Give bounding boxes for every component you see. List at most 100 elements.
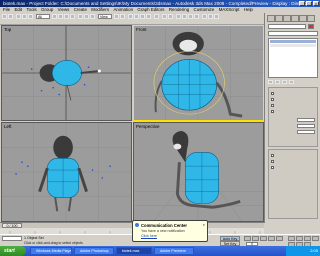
rotate-icon[interactable] (84, 14, 89, 19)
schematic-view-icon[interactable] (188, 14, 193, 19)
checkbox[interactable] (271, 154, 274, 157)
display-tab-icon[interactable] (299, 15, 307, 22)
render-frame-icon[interactable] (208, 14, 213, 19)
character-left-view (38, 135, 88, 212)
zoom-all-icon[interactable] (296, 236, 303, 241)
hierarchy-tab-icon[interactable] (283, 15, 291, 22)
selection-status: 1 Object Sel (24, 236, 44, 240)
viewport-perspective[interactable]: Perspective (133, 122, 264, 222)
move-icon[interactable] (78, 14, 83, 19)
maximize-button[interactable]: □ (306, 1, 312, 6)
window-crossing-icon[interactable] (70, 14, 75, 19)
title-bar: biotek.max - Project Folder: C:\Document… (0, 0, 320, 7)
viewport-front-label[interactable]: Front (136, 27, 147, 32)
checkbox[interactable] (271, 92, 274, 95)
start-button[interactable]: start (0, 246, 26, 256)
viewport-top[interactable]: Top (1, 25, 132, 121)
show-end-result-icon[interactable] (275, 80, 280, 84)
zoom-extents-icon[interactable] (304, 236, 311, 241)
redo-icon[interactable] (8, 14, 13, 19)
go-to-end-icon[interactable] (276, 236, 283, 241)
parameters-rollout (268, 87, 318, 147)
align-icon[interactable] (168, 14, 173, 19)
balloon-link[interactable]: Click here (141, 234, 157, 238)
modifier-stack-item[interactable] (270, 44, 316, 47)
make-unique-icon[interactable] (282, 80, 287, 84)
viewport-left[interactable]: Left (1, 122, 132, 222)
undo-icon[interactable] (2, 14, 7, 19)
character-perspective-view (172, 130, 241, 209)
percent-snap-icon[interactable] (140, 14, 145, 19)
select-by-name-icon[interactable] (58, 14, 63, 19)
window-title: biotek.max - Project Folder: C:\Document… (3, 1, 311, 6)
snaps-toggle-icon[interactable] (128, 14, 133, 19)
next-frame-icon[interactable] (268, 236, 275, 241)
pin-stack-icon[interactable] (268, 80, 273, 84)
taskbar-item[interactable]: Adobe Premiere (154, 247, 194, 255)
previous-frame-icon[interactable] (252, 236, 259, 241)
viewport-perspective-label[interactable]: Perspective (136, 124, 160, 129)
object-name-field[interactable] (268, 24, 306, 29)
viewport-perspective-grid (134, 130, 263, 221)
named-selection-icon[interactable] (154, 14, 159, 19)
balloon-close-icon[interactable]: × (203, 222, 205, 227)
system-tray: 2:05 (286, 246, 320, 256)
pivot-center-icon[interactable] (114, 14, 119, 19)
zoom-icon[interactable] (288, 236, 295, 241)
material-editor-icon[interactable] (194, 14, 199, 19)
mirror-icon[interactable] (162, 14, 167, 19)
spinner-field[interactable] (297, 118, 315, 122)
character-top-view (39, 59, 101, 101)
viewport-left-label[interactable]: Left (4, 124, 12, 129)
checkbox[interactable] (271, 110, 274, 113)
spinner-field[interactable] (297, 130, 315, 134)
maximize-viewport-icon[interactable] (312, 236, 319, 241)
taskbar-item[interactable]: biotek.max (116, 247, 152, 255)
modifier-list-dropdown[interactable] (268, 31, 318, 36)
checkbox[interactable] (271, 98, 274, 101)
checkbox[interactable] (271, 166, 274, 169)
notification-balloon[interactable]: Communication Center You have a new noti… (132, 220, 208, 242)
angle-snap-icon[interactable] (134, 14, 139, 19)
prompt-line: Click or click-and-drag to select object… (24, 241, 83, 245)
clock: 2:05 (310, 248, 318, 253)
create-tab-icon[interactable] (267, 15, 275, 22)
character-front-view (153, 31, 243, 118)
spinner-snap-icon[interactable] (146, 14, 151, 19)
command-panel (264, 13, 320, 223)
info-icon (135, 223, 139, 227)
scale-icon[interactable] (90, 14, 95, 19)
quick-render-icon[interactable] (214, 14, 219, 19)
checkbox[interactable] (271, 160, 274, 163)
modify-tab-icon[interactable] (275, 15, 283, 22)
modifier-stack[interactable] (268, 38, 318, 78)
unlink-icon[interactable] (22, 14, 27, 19)
taskbar-item[interactable]: Windows Media Player (30, 247, 72, 255)
reference-coordinate-dropdown[interactable]: View (98, 14, 112, 19)
modifier-stack-item[interactable] (270, 40, 316, 43)
bind-space-warp-icon[interactable] (28, 14, 33, 19)
options-rollout (268, 149, 318, 219)
select-object-icon[interactable] (52, 14, 57, 19)
link-icon[interactable] (16, 14, 21, 19)
select-manipulate-icon[interactable] (120, 14, 125, 19)
layer-manager-icon[interactable] (176, 14, 181, 19)
remove-modifier-icon[interactable] (289, 80, 294, 84)
render-setup-icon[interactable] (202, 14, 207, 19)
maxscript-listener-field[interactable] (2, 236, 22, 241)
curve-editor-icon[interactable] (182, 14, 187, 19)
go-to-start-icon[interactable] (244, 236, 251, 241)
close-button[interactable]: × (313, 1, 319, 6)
object-color-swatch[interactable] (308, 24, 314, 29)
utilities-tab-icon[interactable] (307, 15, 315, 22)
region-select-icon[interactable] (64, 14, 69, 19)
viewport-front[interactable]: Front (133, 25, 264, 121)
taskbar-item[interactable]: Adobe Photoshop (74, 247, 114, 255)
checkbox[interactable] (271, 104, 274, 107)
play-icon[interactable] (260, 236, 267, 241)
motion-tab-icon[interactable] (291, 15, 299, 22)
viewport-top-label[interactable]: Top (4, 27, 11, 32)
selection-filter-dropdown[interactable]: All (36, 14, 50, 19)
minimize-button[interactable]: _ (299, 1, 305, 6)
spinner-field[interactable] (297, 124, 315, 128)
